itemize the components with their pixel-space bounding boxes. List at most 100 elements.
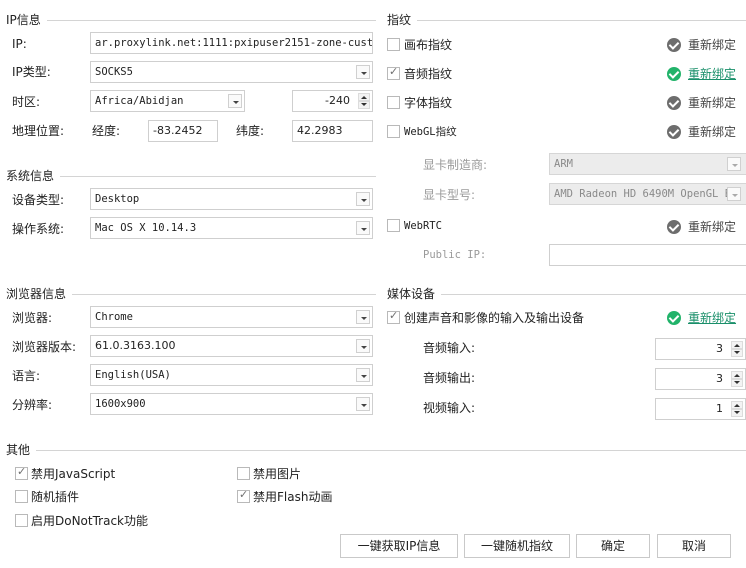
- ok-button[interactable]: 确定: [576, 534, 650, 558]
- chevron-down-icon[interactable]: [356, 339, 370, 353]
- language-label: 语言:: [12, 369, 41, 383]
- chevron-down-icon[interactable]: [356, 221, 370, 235]
- media-rebind-link[interactable]: 重新绑定: [688, 310, 736, 326]
- fingerprint-checkbox[interactable]: [387, 38, 400, 51]
- webrtc-rebind-link[interactable]: 重新绑定: [688, 219, 736, 235]
- resolution-value: 1600x900: [95, 398, 146, 410]
- language-select[interactable]: English(USA): [90, 364, 373, 386]
- fingerprint-rebind-link[interactable]: 重新绑定: [688, 124, 736, 140]
- spin-up-icon[interactable]: [731, 371, 743, 379]
- chevron-down-icon: [727, 187, 741, 201]
- longitude-input[interactable]: -83.2452: [148, 120, 218, 142]
- fingerprint-divider: [388, 20, 746, 21]
- device-type-value: Desktop: [95, 193, 140, 205]
- gpu-model-label: 显卡型号:: [423, 188, 476, 202]
- chevron-down-icon[interactable]: [356, 65, 370, 79]
- random-fingerprint-button[interactable]: 一键随机指纹: [464, 534, 570, 558]
- fingerprint-rebind-link[interactable]: 重新绑定: [688, 66, 736, 82]
- gpu-vendor-label: 显卡制造商:: [423, 158, 488, 172]
- video-input-label: 视频输入:: [423, 401, 476, 415]
- check-circle-icon: [667, 67, 681, 81]
- audio-input-stepper[interactable]: 3: [655, 338, 746, 360]
- cancel-button[interactable]: 取消: [657, 534, 731, 558]
- spin-up-icon[interactable]: [731, 341, 743, 349]
- spin-up-icon[interactable]: [731, 401, 743, 409]
- check-circle-icon: [667, 125, 681, 139]
- chevron-down-icon[interactable]: [356, 310, 370, 324]
- option-checkbox[interactable]: [15, 490, 28, 503]
- chevron-down-icon: [727, 157, 741, 171]
- chevron-down-icon[interactable]: [356, 368, 370, 382]
- media-divider: [388, 294, 746, 295]
- option-checkbox[interactable]: [237, 467, 250, 480]
- timezone-select[interactable]: Africa/Abidjan: [90, 90, 245, 112]
- fetch-ip-button[interactable]: 一键获取IP信息: [340, 534, 458, 558]
- browser-value: Chrome: [95, 311, 133, 323]
- ip-type-select[interactable]: SOCKS5: [90, 61, 373, 83]
- geo-label: 地理位置:: [12, 124, 65, 138]
- fingerprint-checkbox[interactable]: [387, 96, 400, 109]
- timezone-label: 时区:: [12, 95, 41, 109]
- fingerprint-checkbox[interactable]: [387, 125, 400, 138]
- language-value: English(USA): [95, 369, 171, 381]
- resolution-label: 分辨率:: [12, 398, 53, 412]
- audio-input-value: 3: [716, 342, 723, 355]
- fingerprint-label: 音频指纹: [404, 67, 453, 81]
- chevron-down-icon[interactable]: [228, 94, 242, 108]
- webrtc-checkbox[interactable]: [387, 219, 400, 232]
- spin-up-icon[interactable]: [358, 93, 370, 101]
- timezone-offset-value: -240: [325, 94, 350, 107]
- video-input-stepper[interactable]: 1: [655, 398, 746, 420]
- resolution-select[interactable]: 1600x900: [90, 393, 373, 415]
- check-circle-icon: [667, 38, 681, 52]
- option-checkbox[interactable]: [15, 514, 28, 527]
- check-circle-icon: [667, 311, 681, 325]
- spinner[interactable]: [731, 341, 743, 357]
- option-checkbox[interactable]: [15, 465, 28, 480]
- option-label: 启用DoNotTrack功能: [31, 514, 149, 528]
- gpu-model-value: AMD Radeon HD 6490M OpenGL E: [554, 188, 732, 200]
- spin-down-icon[interactable]: [731, 349, 743, 357]
- timezone-offset-stepper[interactable]: -240: [292, 90, 373, 112]
- fingerprint-rebind-link[interactable]: 重新绑定: [688, 95, 736, 111]
- browser-version-select[interactable]: 61.0.3163.100: [90, 335, 373, 357]
- spinner[interactable]: [358, 93, 370, 109]
- audio-input-label: 音频输入:: [423, 341, 476, 355]
- webrtc-label: WebRTC: [404, 220, 442, 232]
- ip-input[interactable]: ar.proxylink.net:1111:pxipuser2151-zone-…: [90, 32, 373, 54]
- option-label: 随机插件: [31, 490, 80, 504]
- option-label: 禁用JavaScript: [31, 467, 116, 481]
- chevron-down-icon[interactable]: [356, 397, 370, 411]
- latitude-input[interactable]: 42.2983: [292, 120, 373, 142]
- spin-down-icon[interactable]: [731, 409, 743, 417]
- fingerprint-title: 指纹: [387, 13, 418, 27]
- browser-version-label: 浏览器版本:: [12, 340, 77, 354]
- option-checkbox[interactable]: [237, 488, 250, 503]
- audio-output-stepper[interactable]: 3: [655, 368, 746, 390]
- os-value: Mac OS X 10.14.3: [95, 222, 197, 234]
- video-input-value: 1: [716, 402, 723, 415]
- ip-type-label: IP类型:: [12, 65, 51, 79]
- ip-info-divider: [8, 20, 376, 21]
- browser-select[interactable]: Chrome: [90, 306, 373, 328]
- os-select[interactable]: Mac OS X 10.14.3: [90, 217, 373, 239]
- longitude-label: 经度:: [92, 124, 121, 138]
- gpu-vendor-select: ARM: [549, 153, 746, 175]
- check-circle-icon: [667, 96, 681, 110]
- fingerprint-label: WebGL指纹: [404, 126, 457, 138]
- browser-label: 浏览器:: [12, 311, 53, 325]
- fingerprint-checkbox[interactable]: [387, 65, 400, 80]
- audio-output-value: 3: [716, 372, 723, 385]
- fingerprint-rebind-link[interactable]: 重新绑定: [688, 37, 736, 53]
- spinner[interactable]: [731, 401, 743, 417]
- chevron-down-icon[interactable]: [356, 192, 370, 206]
- spinner[interactable]: [731, 371, 743, 387]
- option-label: 禁用Flash动画: [253, 490, 333, 504]
- device-type-select[interactable]: Desktop: [90, 188, 373, 210]
- create-devices-checkbox[interactable]: [387, 309, 400, 324]
- public-ip-input[interactable]: [549, 244, 746, 266]
- os-label: 操作系统:: [12, 222, 65, 236]
- spin-down-icon[interactable]: [358, 101, 370, 109]
- spin-down-icon[interactable]: [731, 379, 743, 387]
- fingerprint-label: 画布指纹: [404, 38, 453, 52]
